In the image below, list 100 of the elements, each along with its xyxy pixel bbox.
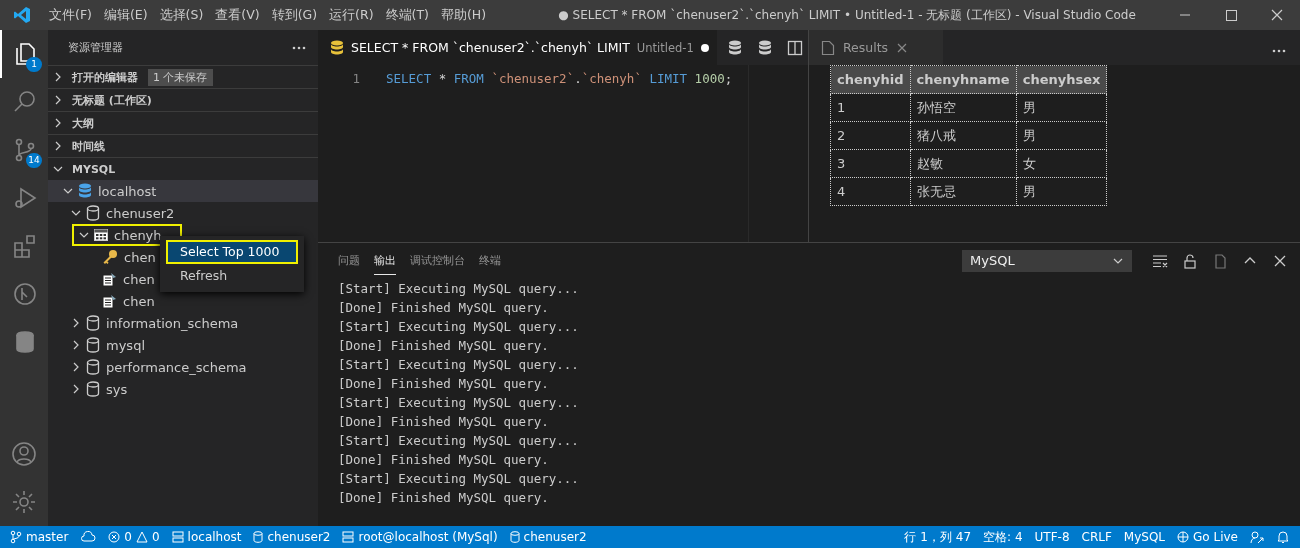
section-header[interactable]: 时间线	[48, 134, 318, 157]
database-icon	[86, 337, 100, 353]
database-icon	[86, 205, 100, 221]
output-line: [Done] Finished MySQL query.	[338, 489, 550, 507]
bell-icon[interactable]	[1276, 530, 1290, 544]
tree-item[interactable]: information_schema	[106, 315, 239, 331]
indent-status[interactable]: 空格: 4	[983, 528, 1023, 546]
count-badge: 14	[26, 153, 42, 168]
menu-item[interactable]: 帮助(H)	[434, 6, 493, 24]
table-cell: 孙悟空	[910, 93, 1017, 122]
database-icon[interactable]	[756, 39, 773, 56]
account-icon[interactable]	[11, 441, 37, 467]
output-line: [Done] Finished MySQL query.	[338, 337, 550, 355]
table-cell: 4	[830, 177, 911, 206]
section-header[interactable]: 打开的编辑器 1 个未保存	[48, 65, 318, 88]
more-actions-icon[interactable]	[1272, 48, 1286, 53]
panel-tab[interactable]: 终端	[479, 246, 501, 275]
table-icon	[94, 229, 108, 241]
menu-item[interactable]: 选择(S)	[153, 6, 210, 24]
database-icon	[78, 183, 92, 199]
database-status[interactable]: chenuser2	[253, 530, 331, 544]
server-icon	[171, 531, 184, 543]
go-live-button[interactable]: Go Live	[1177, 530, 1238, 544]
table-cell: 1	[830, 93, 911, 122]
document-icon[interactable]	[1212, 252, 1228, 269]
table-cell: 2	[830, 121, 911, 150]
menu-item[interactable]: Select Top 1000	[166, 240, 298, 264]
broadcast-icon	[1177, 531, 1190, 543]
language-status[interactable]: MySQL	[1123, 530, 1166, 544]
panel-tab[interactable]: 调试控制台	[410, 246, 465, 275]
channel-dropdown[interactable]: MySQL	[962, 249, 1132, 272]
output-line: [Start] Executing MySQL query...	[338, 356, 580, 374]
server-icon	[342, 531, 355, 543]
menu-item[interactable]: 转到(G)	[265, 6, 324, 24]
database-icon	[86, 315, 100, 331]
table-cell: 男	[1016, 93, 1107, 122]
tree-item[interactable]: performance_schema	[106, 359, 247, 375]
section-header[interactable]: 大纲	[48, 111, 318, 134]
warning-count: 0	[151, 530, 160, 544]
menu-item[interactable]: 编辑(E)	[97, 6, 154, 24]
tree-item[interactable]: chen	[124, 249, 156, 265]
table-cell: 女	[1016, 149, 1107, 178]
tree-item[interactable]: chenyh	[114, 227, 162, 243]
tree-item[interactable]: mysql	[106, 337, 145, 353]
database-icon	[253, 531, 264, 543]
output-line: [Done] Finished MySQL query.	[338, 413, 550, 431]
unsaved-badge: 1 个未保存	[148, 68, 213, 86]
panel-tab[interactable]: 问题	[338, 246, 360, 275]
menu-item[interactable]: 运行(R)	[323, 6, 380, 24]
output-line: [Done] Finished MySQL query.	[338, 451, 550, 469]
clear-output-icon[interactable]	[1152, 252, 1168, 269]
user-status[interactable]: root@localhost (MySql)	[342, 530, 498, 544]
section-title: 大纲	[72, 115, 94, 131]
tree-item[interactable]: localhost	[98, 183, 157, 199]
active-database-status[interactable]: chenuser2	[509, 530, 587, 544]
database-icon	[509, 531, 520, 543]
database-icon[interactable]	[726, 39, 743, 56]
tree-item[interactable]: chenuser2	[106, 205, 175, 221]
menu-item[interactable]: Refresh	[160, 264, 304, 288]
tree-item[interactable]: sys	[106, 381, 128, 397]
output-line: [Done] Finished MySQL query.	[338, 375, 550, 393]
more-actions-icon[interactable]	[292, 45, 306, 50]
section-title: 时间线	[72, 138, 105, 154]
results-tab[interactable]: Results	[809, 30, 943, 65]
table-cell: 3	[830, 149, 911, 178]
encoding-status[interactable]: UTF-8	[1034, 530, 1070, 544]
feedback-icon[interactable]	[1250, 530, 1264, 544]
sidebar-title: 资源管理器	[68, 40, 123, 55]
split-editor-icon[interactable]	[786, 39, 803, 56]
branch-status[interactable]: master	[10, 530, 69, 544]
connection-status[interactable]: localhost	[171, 530, 242, 544]
output-line: [Start] Executing MySQL query...	[338, 432, 580, 450]
problems-status[interactable]: 0 0	[108, 530, 160, 544]
table-cell: 猪八戒	[910, 121, 1017, 150]
branch-icon	[10, 530, 22, 544]
line-number: 1	[351, 71, 361, 86]
table-cell: 男	[1016, 177, 1107, 206]
column-header: chenyhsex	[1016, 65, 1107, 94]
settings-icon[interactable]	[11, 489, 37, 515]
menu-item[interactable]: 文件(F)	[43, 6, 98, 24]
table-cell: 赵敏	[910, 149, 1017, 178]
cursor-position[interactable]: 行 1，列 47	[904, 528, 972, 546]
output-line: [Start] Executing MySQL query...	[338, 280, 580, 298]
activity-tab[interactable]: 14	[0, 126, 48, 174]
menu-item[interactable]: 终端(T)	[379, 6, 435, 24]
database-icon	[330, 39, 344, 56]
window-title: ● SELECT * FROM `chenuser2`.`chenyh` LIMIT • Untitled-1 - 无标题 (工作区) - Visual Studio Code	[557, 6, 1137, 24]
menu-item[interactable]: 查看(V)	[209, 6, 266, 24]
output-line: [Done] Finished MySQL query.	[338, 299, 550, 317]
tree-item[interactable]: chen	[123, 293, 155, 309]
panel-tab[interactable]: 输出	[374, 246, 396, 275]
section-title: 打开的编辑器	[72, 69, 138, 85]
code-line: SELECT * FROM `chenuser2`.`chenyh` LIMIT 1000;	[386, 71, 733, 86]
section-header[interactable]: 无标题 (工作区)	[48, 88, 318, 111]
editor-tab[interactable]: SELECT * FROM `chenuser2`.`chenyh` LIMIT Untitled-1	[318, 30, 717, 65]
output-line: [Start] Executing MySQL query...	[338, 470, 580, 488]
eol-status[interactable]: CRLF	[1081, 530, 1112, 544]
lock-icon[interactable]	[1182, 252, 1198, 269]
tree-item[interactable]: chen	[123, 271, 155, 287]
cloud-icon[interactable]	[80, 530, 97, 544]
